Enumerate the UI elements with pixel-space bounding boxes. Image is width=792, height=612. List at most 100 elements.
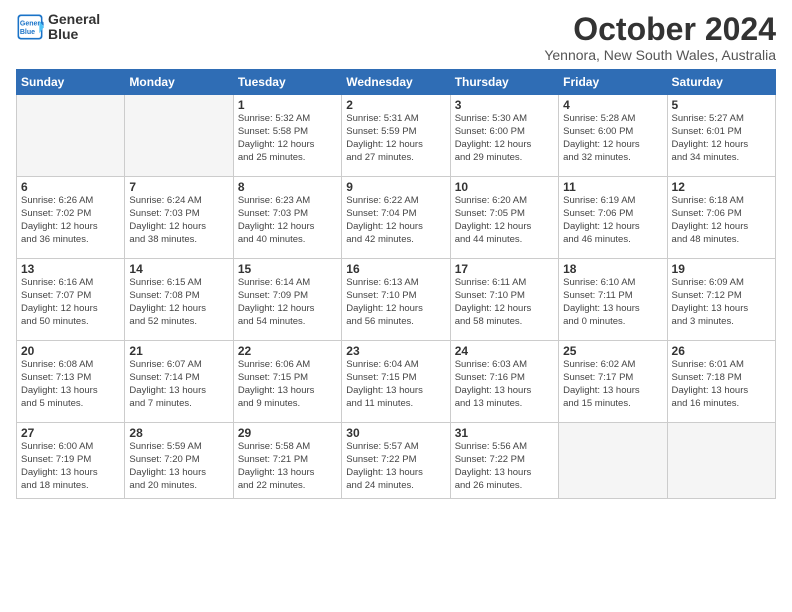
day-number: 11 [563,180,662,194]
day-info: Sunrise: 6:18 AM Sunset: 7:06 PM Dayligh… [672,195,771,246]
page: General Blue General Blue October 2024 Y… [0,0,792,507]
day-number: 3 [455,98,554,112]
logo-text: General Blue [48,12,100,43]
day-cell: 23Sunrise: 6:04 AM Sunset: 7:15 PM Dayli… [342,341,450,423]
day-info: Sunrise: 6:19 AM Sunset: 7:06 PM Dayligh… [563,195,662,246]
day-cell: 24Sunrise: 6:03 AM Sunset: 7:16 PM Dayli… [450,341,558,423]
day-number: 16 [346,262,445,276]
month-title: October 2024 [544,12,776,47]
week-row-4: 20Sunrise: 6:08 AM Sunset: 7:13 PM Dayli… [17,341,776,423]
logo-line2: Blue [48,27,100,42]
day-cell: 29Sunrise: 5:58 AM Sunset: 7:21 PM Dayli… [233,423,341,499]
day-number: 28 [129,426,228,440]
day-cell: 2Sunrise: 5:31 AM Sunset: 5:59 PM Daylig… [342,95,450,177]
week-row-2: 6Sunrise: 6:26 AM Sunset: 7:02 PM Daylig… [17,177,776,259]
day-number: 30 [346,426,445,440]
day-cell: 25Sunrise: 6:02 AM Sunset: 7:17 PM Dayli… [559,341,667,423]
day-info: Sunrise: 6:10 AM Sunset: 7:11 PM Dayligh… [563,277,662,328]
day-cell [17,95,125,177]
day-cell: 27Sunrise: 6:00 AM Sunset: 7:19 PM Dayli… [17,423,125,499]
day-info: Sunrise: 6:02 AM Sunset: 7:17 PM Dayligh… [563,359,662,410]
header-row: Sunday Monday Tuesday Wednesday Thursday… [17,70,776,95]
day-info: Sunrise: 5:30 AM Sunset: 6:00 PM Dayligh… [455,113,554,164]
day-info: Sunrise: 6:08 AM Sunset: 7:13 PM Dayligh… [21,359,120,410]
header: General Blue General Blue October 2024 Y… [16,12,776,63]
day-info: Sunrise: 6:07 AM Sunset: 7:14 PM Dayligh… [129,359,228,410]
day-info: Sunrise: 5:28 AM Sunset: 6:00 PM Dayligh… [563,113,662,164]
day-info: Sunrise: 6:14 AM Sunset: 7:09 PM Dayligh… [238,277,337,328]
day-cell: 14Sunrise: 6:15 AM Sunset: 7:08 PM Dayli… [125,259,233,341]
day-info: Sunrise: 5:31 AM Sunset: 5:59 PM Dayligh… [346,113,445,164]
day-cell: 18Sunrise: 6:10 AM Sunset: 7:11 PM Dayli… [559,259,667,341]
day-cell: 22Sunrise: 6:06 AM Sunset: 7:15 PM Dayli… [233,341,341,423]
day-number: 12 [672,180,771,194]
col-saturday: Saturday [667,70,775,95]
col-wednesday: Wednesday [342,70,450,95]
title-block: October 2024 Yennora, New South Wales, A… [544,12,776,63]
day-number: 10 [455,180,554,194]
day-cell: 16Sunrise: 6:13 AM Sunset: 7:10 PM Dayli… [342,259,450,341]
day-info: Sunrise: 6:20 AM Sunset: 7:05 PM Dayligh… [455,195,554,246]
day-cell [125,95,233,177]
day-cell [559,423,667,499]
day-number: 14 [129,262,228,276]
week-row-1: 1Sunrise: 5:32 AM Sunset: 5:58 PM Daylig… [17,95,776,177]
day-info: Sunrise: 5:58 AM Sunset: 7:21 PM Dayligh… [238,441,337,492]
day-cell: 12Sunrise: 6:18 AM Sunset: 7:06 PM Dayli… [667,177,775,259]
day-number: 29 [238,426,337,440]
day-number: 5 [672,98,771,112]
week-row-5: 27Sunrise: 6:00 AM Sunset: 7:19 PM Dayli… [17,423,776,499]
day-info: Sunrise: 6:22 AM Sunset: 7:04 PM Dayligh… [346,195,445,246]
day-cell: 9Sunrise: 6:22 AM Sunset: 7:04 PM Daylig… [342,177,450,259]
col-friday: Friday [559,70,667,95]
day-cell: 26Sunrise: 6:01 AM Sunset: 7:18 PM Dayli… [667,341,775,423]
day-number: 4 [563,98,662,112]
day-info: Sunrise: 6:06 AM Sunset: 7:15 PM Dayligh… [238,359,337,410]
location-title: Yennora, New South Wales, Australia [544,47,776,63]
day-number: 1 [238,98,337,112]
day-info: Sunrise: 6:26 AM Sunset: 7:02 PM Dayligh… [21,195,120,246]
day-cell: 7Sunrise: 6:24 AM Sunset: 7:03 PM Daylig… [125,177,233,259]
day-info: Sunrise: 6:01 AM Sunset: 7:18 PM Dayligh… [672,359,771,410]
day-info: Sunrise: 5:56 AM Sunset: 7:22 PM Dayligh… [455,441,554,492]
day-info: Sunrise: 6:16 AM Sunset: 7:07 PM Dayligh… [21,277,120,328]
day-info: Sunrise: 6:24 AM Sunset: 7:03 PM Dayligh… [129,195,228,246]
day-info: Sunrise: 5:59 AM Sunset: 7:20 PM Dayligh… [129,441,228,492]
day-cell: 17Sunrise: 6:11 AM Sunset: 7:10 PM Dayli… [450,259,558,341]
day-number: 22 [238,344,337,358]
day-number: 27 [21,426,120,440]
col-sunday: Sunday [17,70,125,95]
day-cell: 5Sunrise: 5:27 AM Sunset: 6:01 PM Daylig… [667,95,775,177]
col-tuesday: Tuesday [233,70,341,95]
day-number: 15 [238,262,337,276]
day-number: 13 [21,262,120,276]
day-info: Sunrise: 5:32 AM Sunset: 5:58 PM Dayligh… [238,113,337,164]
day-number: 24 [455,344,554,358]
logo: General Blue General Blue [16,12,100,43]
day-number: 6 [21,180,120,194]
day-info: Sunrise: 5:27 AM Sunset: 6:01 PM Dayligh… [672,113,771,164]
week-row-3: 13Sunrise: 6:16 AM Sunset: 7:07 PM Dayli… [17,259,776,341]
day-cell: 19Sunrise: 6:09 AM Sunset: 7:12 PM Dayli… [667,259,775,341]
logo-icon: General Blue [16,13,44,41]
day-cell: 6Sunrise: 6:26 AM Sunset: 7:02 PM Daylig… [17,177,125,259]
day-cell: 3Sunrise: 5:30 AM Sunset: 6:00 PM Daylig… [450,95,558,177]
day-number: 31 [455,426,554,440]
calendar-table: Sunday Monday Tuesday Wednesday Thursday… [16,69,776,499]
col-monday: Monday [125,70,233,95]
day-number: 7 [129,180,228,194]
day-info: Sunrise: 6:11 AM Sunset: 7:10 PM Dayligh… [455,277,554,328]
day-info: Sunrise: 6:23 AM Sunset: 7:03 PM Dayligh… [238,195,337,246]
logo-line1: General [48,12,100,27]
day-number: 19 [672,262,771,276]
day-number: 26 [672,344,771,358]
day-cell: 21Sunrise: 6:07 AM Sunset: 7:14 PM Dayli… [125,341,233,423]
day-number: 21 [129,344,228,358]
day-cell: 10Sunrise: 6:20 AM Sunset: 7:05 PM Dayli… [450,177,558,259]
day-cell: 20Sunrise: 6:08 AM Sunset: 7:13 PM Dayli… [17,341,125,423]
day-cell: 1Sunrise: 5:32 AM Sunset: 5:58 PM Daylig… [233,95,341,177]
day-number: 25 [563,344,662,358]
day-info: Sunrise: 6:15 AM Sunset: 7:08 PM Dayligh… [129,277,228,328]
day-number: 20 [21,344,120,358]
col-thursday: Thursday [450,70,558,95]
